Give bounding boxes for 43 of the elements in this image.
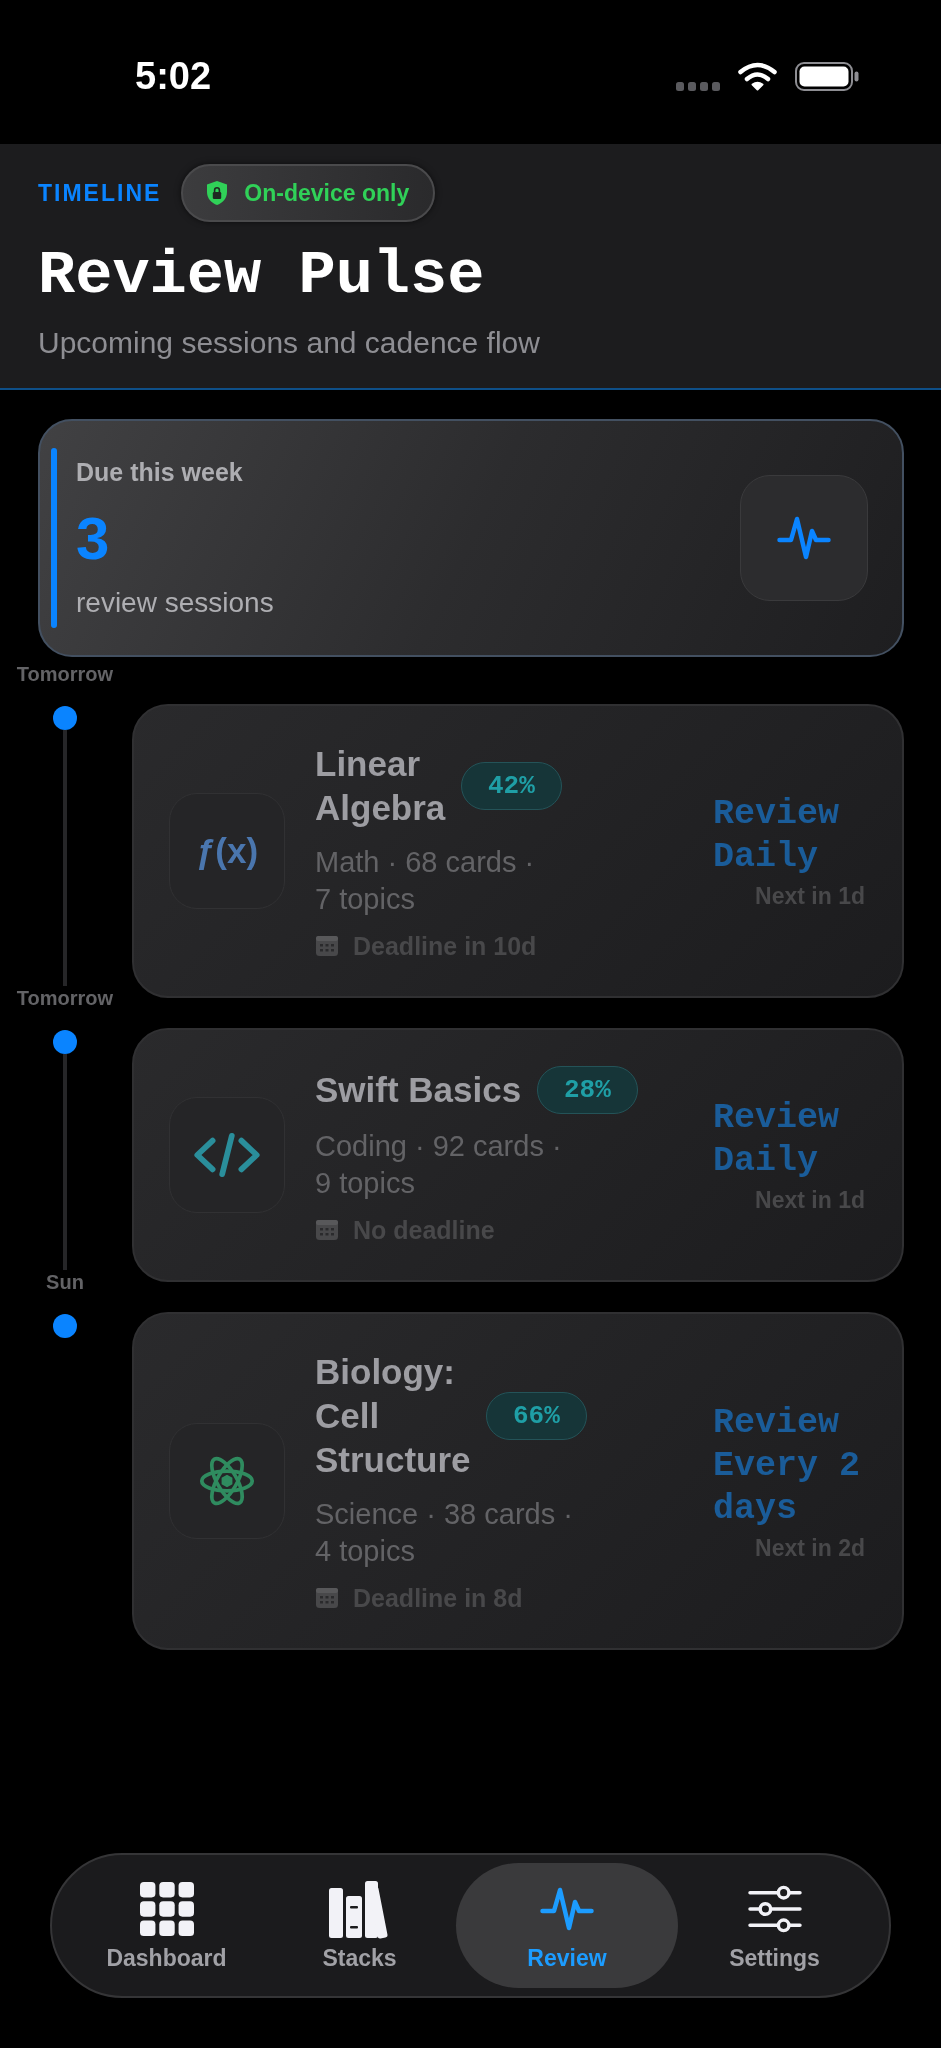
session-title: Swift Basics bbox=[315, 1069, 523, 1111]
progress-badge: 66% bbox=[486, 1392, 587, 1440]
wifi-icon bbox=[738, 61, 777, 91]
calendar-icon bbox=[315, 1587, 339, 1609]
calendar-icon bbox=[315, 1219, 339, 1241]
shield-lock-icon bbox=[206, 180, 229, 206]
dot-icon bbox=[53, 706, 77, 730]
function-symbol: ƒ(x) bbox=[195, 830, 259, 872]
session-meta: Science · 38 cards · 4 topics bbox=[315, 1497, 573, 1569]
cadence-label: Review Every 2 days bbox=[713, 1401, 862, 1531]
page-subtitle: Upcoming sessions and cadence flow bbox=[38, 325, 540, 361]
signal-icon bbox=[676, 81, 720, 91]
summary-caption: review sessions bbox=[76, 585, 274, 620]
section-label: TIMELINE bbox=[38, 179, 162, 207]
tab-item[interactable]: Review bbox=[456, 1863, 678, 1988]
day-label: Tomorrow bbox=[16, 987, 114, 1010]
progress-badge: 42% bbox=[461, 762, 562, 810]
badge-label: On-device only bbox=[244, 179, 410, 207]
day-label: Tomorrow bbox=[16, 663, 114, 686]
cadence-label: Review Daily bbox=[713, 793, 841, 879]
page-title: Review Pulse bbox=[38, 240, 485, 312]
code-icon bbox=[169, 1097, 285, 1213]
settings-icon bbox=[747, 1884, 802, 1934]
status-time: 5:02 bbox=[135, 54, 212, 98]
tab-item[interactable]: Dashboard bbox=[70, 1863, 263, 1988]
pulse-icon bbox=[740, 475, 868, 601]
cadence-label: Review Daily bbox=[713, 1097, 841, 1183]
dot-icon bbox=[53, 1030, 77, 1054]
grid-icon bbox=[139, 1882, 194, 1936]
dot-icon bbox=[53, 1314, 77, 1338]
session-meta: Coding · 92 cards · 9 topics bbox=[315, 1129, 563, 1201]
session-title: Biology: Cell Structure bbox=[315, 1351, 472, 1481]
day-label: Sun bbox=[46, 1271, 84, 1294]
calendar-icon bbox=[315, 935, 339, 957]
summary-count: 3 bbox=[76, 505, 110, 572]
summary-label: Due this week bbox=[76, 456, 243, 487]
session-meta: Math · 68 cards · 7 topics bbox=[315, 845, 536, 917]
tab-item[interactable]: Stacks bbox=[263, 1863, 456, 1988]
battery-icon bbox=[795, 61, 859, 91]
session-title: Linear Algebra bbox=[315, 743, 447, 829]
progress-badge: 28% bbox=[537, 1066, 638, 1114]
atom-icon bbox=[169, 1423, 285, 1539]
tab-item[interactable]: Settings bbox=[678, 1863, 871, 1988]
